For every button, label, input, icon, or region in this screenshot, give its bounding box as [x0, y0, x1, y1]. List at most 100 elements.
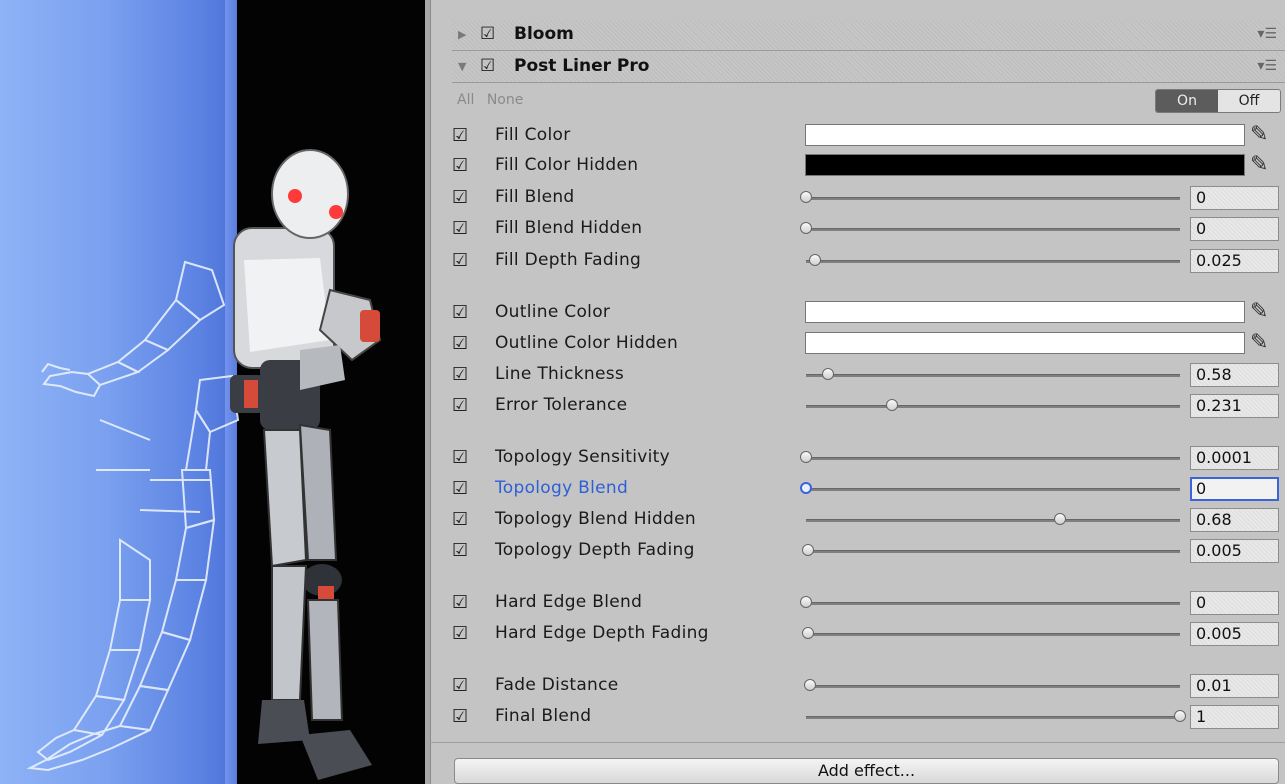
- eyedropper-icon[interactable]: ✎: [1250, 152, 1268, 177]
- value-field[interactable]: 0.58: [1190, 363, 1279, 387]
- property-row-outline-color-hidden: ☑ Outline Color Hidden ✎: [425, 330, 1285, 357]
- effect-header-post-liner-pro[interactable]: ▼ ☑ Post Liner Pro ▾☰: [452, 52, 1285, 83]
- color-field[interactable]: [805, 332, 1245, 354]
- value-slider[interactable]: [806, 254, 1180, 266]
- override-checkbox[interactable]: ☑: [452, 395, 468, 416]
- effect-header-bloom[interactable]: ▶ ☑ Bloom ▾☰: [452, 20, 1285, 51]
- property-label: Fill Blend Hidden: [495, 218, 643, 238]
- property-row-topology-depth-fading: ☑ Topology Depth Fading 0.005: [425, 538, 1285, 564]
- value-field[interactable]: 0.025: [1190, 249, 1279, 273]
- scene-viewport[interactable]: [0, 0, 425, 784]
- slider-thumb[interactable]: [800, 451, 812, 463]
- property-label: Fill Depth Fading: [495, 250, 642, 270]
- bloom-enabled-checkbox[interactable]: ☑: [480, 24, 495, 44]
- value-field[interactable]: 0.01: [1190, 674, 1279, 698]
- property-row-topology-blend: ☑ Topology Blend 0: [425, 476, 1285, 502]
- effect-menu-icon[interactable]: ▾☰: [1257, 26, 1277, 42]
- value-slider[interactable]: [800, 482, 1180, 494]
- value-slider[interactable]: [806, 399, 1180, 411]
- add-effect-button[interactable]: Add effect...: [454, 758, 1279, 784]
- color-field[interactable]: [805, 124, 1245, 146]
- value-field[interactable]: 0.0001: [1190, 446, 1279, 470]
- property-label: Final Blend: [495, 706, 592, 726]
- value-field[interactable]: 0.68: [1190, 508, 1279, 532]
- property-row-fill-color-hidden: ☑ Fill Color Hidden ✎: [425, 152, 1285, 179]
- property-row-fill-blend: ☑ Fill Blend 0: [425, 185, 1285, 211]
- override-checkbox[interactable]: ☑: [452, 333, 468, 354]
- value-field[interactable]: 0: [1190, 186, 1279, 210]
- slider-thumb[interactable]: [886, 399, 899, 411]
- value-slider[interactable]: [800, 596, 1180, 608]
- property-row-topology-blend-hidden: ☑ Topology Blend Hidden 0.68: [425, 507, 1285, 533]
- override-checkbox[interactable]: ☑: [452, 125, 468, 146]
- value-field[interactable]: 0.005: [1190, 622, 1279, 646]
- property-row-fill-blend-hidden: ☑ Fill Blend Hidden 0: [425, 216, 1285, 242]
- property-label: Topology Blend Hidden: [495, 509, 696, 529]
- override-checkbox[interactable]: ☑: [452, 675, 468, 696]
- color-field[interactable]: [805, 154, 1245, 176]
- value-field[interactable]: 0: [1190, 217, 1279, 241]
- slider-thumb[interactable]: [800, 222, 812, 234]
- value-slider[interactable]: [800, 191, 1180, 203]
- value-slider[interactable]: [801, 544, 1180, 556]
- toggle-on-button[interactable]: On: [1156, 90, 1218, 112]
- override-checkbox[interactable]: ☑: [452, 364, 468, 385]
- panel-separator[interactable]: [425, 0, 431, 784]
- select-none-link[interactable]: None: [487, 92, 524, 108]
- value-slider[interactable]: [803, 679, 1180, 691]
- property-label: Topology Sensitivity: [495, 447, 670, 467]
- property-row-fill-color: ☑ Fill Color ✎: [425, 122, 1285, 149]
- override-checkbox[interactable]: ☑: [452, 155, 468, 176]
- property-row-final-blend: ☑ Final Blend 1: [425, 704, 1285, 730]
- slider-thumb[interactable]: [821, 368, 834, 380]
- property-label: Topology Depth Fading: [495, 540, 695, 560]
- value-field[interactable]: 0: [1190, 591, 1279, 615]
- post-liner-enabled-checkbox[interactable]: ☑: [480, 56, 495, 76]
- property-row-fill-depth-fading: ☑ Fill Depth Fading 0.025: [425, 248, 1285, 274]
- expanded-arrow-icon[interactable]: ▼: [458, 60, 466, 73]
- override-checkbox[interactable]: ☑: [452, 218, 468, 239]
- slider-thumb[interactable]: [800, 596, 812, 608]
- property-label: Fill Color: [495, 125, 571, 145]
- slider-thumb[interactable]: [801, 544, 814, 556]
- effect-title: Bloom: [514, 24, 574, 44]
- slider-thumb[interactable]: [1054, 513, 1067, 525]
- value-slider[interactable]: [806, 513, 1180, 525]
- override-checkbox[interactable]: ☑: [452, 540, 468, 561]
- override-checkbox[interactable]: ☑: [452, 302, 468, 323]
- override-checkbox[interactable]: ☑: [452, 447, 468, 468]
- override-checkbox[interactable]: ☑: [452, 706, 468, 727]
- property-label: Error Tolerance: [495, 395, 628, 415]
- select-all-link[interactable]: All: [457, 92, 474, 108]
- override-checkbox[interactable]: ☑: [452, 187, 468, 208]
- eyedropper-icon[interactable]: ✎: [1250, 122, 1268, 147]
- divider: [430, 742, 1285, 743]
- effect-menu-icon[interactable]: ▾☰: [1257, 58, 1277, 74]
- override-checkbox[interactable]: ☑: [452, 509, 468, 530]
- toggle-off-button[interactable]: Off: [1218, 90, 1280, 112]
- value-slider[interactable]: [806, 710, 1186, 722]
- value-slider[interactable]: [800, 222, 1180, 234]
- override-checkbox[interactable]: ☑: [452, 250, 468, 271]
- value-field[interactable]: 0.231: [1190, 394, 1279, 418]
- override-checkbox[interactable]: ☑: [452, 623, 468, 644]
- eyedropper-icon[interactable]: ✎: [1250, 299, 1268, 324]
- eyedropper-icon[interactable]: ✎: [1250, 330, 1268, 355]
- value-field[interactable]: 1: [1190, 705, 1279, 729]
- on-off-toggle[interactable]: On Off: [1155, 89, 1281, 113]
- override-checkbox[interactable]: ☑: [452, 478, 468, 499]
- value-field[interactable]: 0.005: [1190, 539, 1279, 563]
- slider-thumb[interactable]: [803, 679, 816, 691]
- value-slider[interactable]: [801, 627, 1180, 639]
- color-field[interactable]: [805, 301, 1245, 323]
- value-slider[interactable]: [800, 451, 1180, 463]
- override-checkbox[interactable]: ☑: [452, 592, 468, 613]
- slider-thumb[interactable]: [800, 482, 812, 494]
- slider-thumb[interactable]: [809, 254, 822, 266]
- value-slider[interactable]: [806, 368, 1180, 380]
- value-field-focused[interactable]: 0: [1190, 477, 1279, 501]
- slider-thumb[interactable]: [801, 627, 814, 639]
- slider-thumb[interactable]: [800, 191, 812, 203]
- slider-thumb[interactable]: [1174, 710, 1186, 722]
- collapsed-arrow-icon[interactable]: ▶: [458, 28, 466, 41]
